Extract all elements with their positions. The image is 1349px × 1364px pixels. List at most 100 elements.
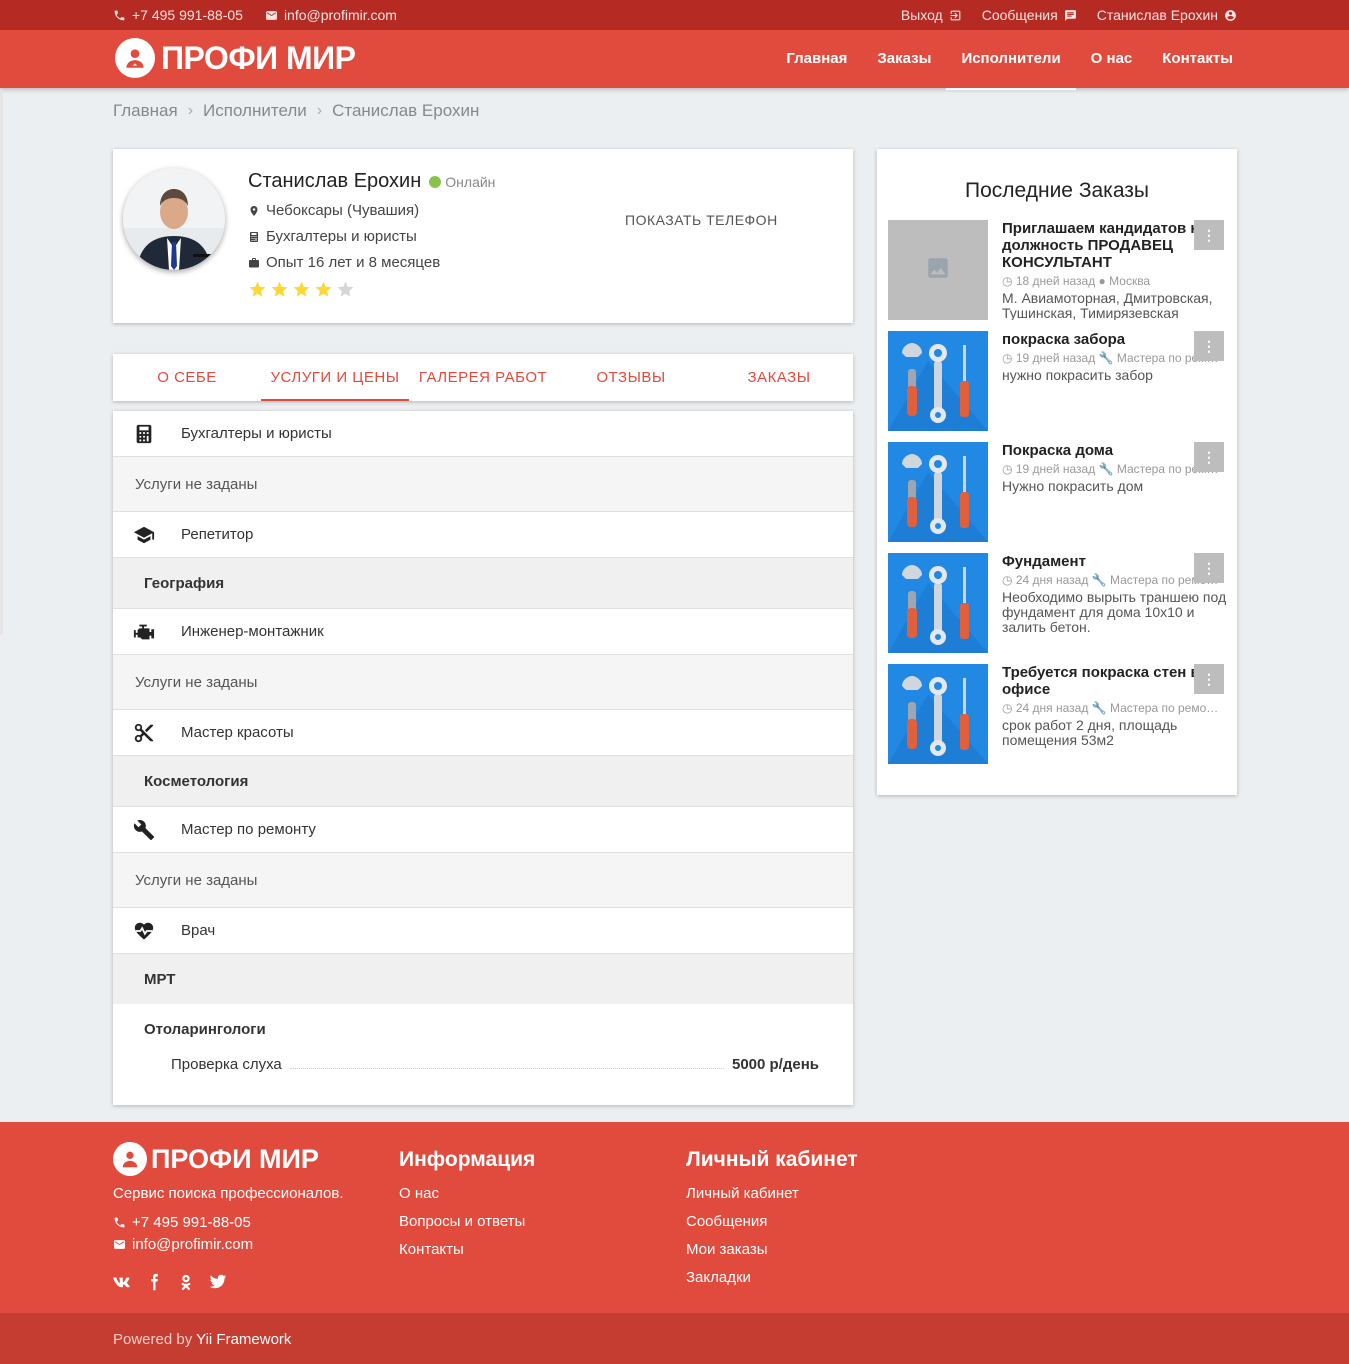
order-title[interactable]: покраска забора <box>1002 331 1224 348</box>
vk-icon[interactable] <box>113 1272 131 1292</box>
footer-phone[interactable]: +7 495 991-88-05 <box>113 1214 251 1231</box>
powered-by: Powered by Yii Framework <box>113 1331 291 1348</box>
service-category-doctor[interactable]: Врач <box>113 908 853 954</box>
service-category-label: Бухгалтеры и юристы <box>181 425 332 442</box>
service-category-accounting[interactable]: Бухгалтеры и юристы <box>113 411 853 457</box>
top-bar: +7 495 991-88-05 info@profimir.com Выход… <box>0 0 1349 30</box>
logout-link[interactable]: Выход <box>901 7 962 23</box>
image-placeholder-icon <box>925 255 951 286</box>
twitter-icon[interactable] <box>209 1272 227 1292</box>
nav-contacts[interactable]: Контакты <box>1147 30 1248 88</box>
messages-link[interactable]: Сообщения <box>982 7 1077 23</box>
nav-about[interactable]: О нас <box>1076 30 1148 88</box>
user-menu[interactable]: Станислав Ерохин <box>1097 7 1237 23</box>
order-title[interactable]: Приглашаем кандидатов на должность ПРОДА… <box>1002 220 1224 271</box>
message-icon <box>1064 9 1076 21</box>
odnoklassniki-icon[interactable] <box>177 1272 195 1292</box>
order-thumbnail[interactable] <box>888 331 988 431</box>
order-thumbnail[interactable] <box>888 220 988 320</box>
service-subcategory: Косметология <box>113 756 853 807</box>
mail-icon <box>114 1240 125 1249</box>
profile-city-text: Чебоксары (Чувашия) <box>266 202 420 219</box>
profile-experience: Опыт 16 лет и 8 месяцев <box>248 254 440 271</box>
order-item[interactable]: Покраска дома ◷ 19 дней назад 🔧 Мастера п… <box>888 442 1228 542</box>
order-title[interactable]: Требуется покраска стен в офисе <box>1002 664 1224 698</box>
service-category-repair[interactable]: Мастер по ремонту <box>113 807 853 853</box>
order-meta: ◷ 18 дней назад ● Москва <box>1002 274 1224 288</box>
clock-icon: ◷ <box>1002 573 1013 587</box>
framework-link[interactable]: Yii Framework <box>196 1331 291 1348</box>
footer-link-about[interactable]: О нас <box>399 1185 535 1202</box>
footer-link-bookmarks[interactable]: Закладки <box>686 1269 858 1286</box>
star-icon <box>271 281 288 297</box>
service-category-beauty[interactable]: Мастер красоты <box>113 710 853 756</box>
order-thumbnail[interactable] <box>888 442 988 542</box>
order-description: М. Авиамоторная, Дмитровская, Тушинская,… <box>1002 291 1213 320</box>
service-category-label: Врач <box>181 922 216 939</box>
order-thumbnail[interactable] <box>888 664 988 764</box>
wrench-icon <box>133 819 155 840</box>
services-empty-note: Услуги не заданы <box>113 853 853 908</box>
calculator-icon <box>136 424 152 443</box>
order-title[interactable]: Фундамент <box>1002 553 1224 570</box>
recent-orders-panel: Последние Заказы Приглашаем кандидатов н… <box>877 149 1237 795</box>
breadcrumb-home[interactable]: Главная <box>113 101 178 121</box>
clock-icon: ◷ <box>1002 351 1013 365</box>
tab-orders[interactable]: ЗАКАЗЫ <box>705 354 853 401</box>
order-thumbnail[interactable] <box>888 553 988 653</box>
online-status: Онлайн <box>429 174 495 190</box>
breadcrumb-performers[interactable]: Исполнители <box>203 101 307 121</box>
profile-name-row: Станислав Ерохин Онлайн <box>248 170 495 193</box>
service-category-label: Мастер по ремонту <box>181 821 316 838</box>
footer-info-title: Информация <box>399 1148 536 1171</box>
tab-gallery[interactable]: ГАЛЕРЕЯ РАБОТ <box>409 354 557 401</box>
more-vert-icon[interactable]: ⋮ <box>1194 442 1224 472</box>
site-logo[interactable]: ПРОФИ МИР <box>115 38 356 78</box>
breadcrumb: Главная › Исполнители › Станислав Ерохин <box>113 101 479 121</box>
service-category-tutor[interactable]: Репетитор <box>113 512 853 558</box>
service-subcategory: География <box>113 558 853 609</box>
graduation-cap-icon <box>133 526 155 543</box>
footer-email[interactable]: info@profimir.com <box>113 1236 253 1253</box>
online-dot-icon <box>429 175 442 188</box>
order-item[interactable]: Требуется покраска стен в офисе ◷ 24 дня … <box>888 664 1228 764</box>
facebook-icon[interactable] <box>145 1272 163 1292</box>
nav-orders[interactable]: Заказы <box>862 30 946 88</box>
footer-link-messages[interactable]: Сообщения <box>686 1213 858 1230</box>
service-category-engineer[interactable]: Инженер-монтажник <box>113 609 853 655</box>
order-place: Мастера по ремонту <box>1109 701 1224 715</box>
nav-performers[interactable]: Исполнители <box>946 30 1076 90</box>
price-item-name: Проверка слуха <box>171 1056 282 1073</box>
footer-logo[interactable]: ПРОФИ МИР <box>113 1142 319 1176</box>
footer-link-contacts[interactable]: Контакты <box>399 1241 535 1258</box>
tab-about[interactable]: О СЕБЕ <box>113 354 261 401</box>
footer: ПРОФИ МИР Сервис поиска профессионалов. … <box>0 1122 1349 1313</box>
order-item[interactable]: Фундамент ◷ 24 дня назад 🔧 Мастера по рем… <box>888 553 1228 653</box>
footer-link-faq[interactable]: Вопросы и ответы <box>399 1213 535 1230</box>
order-item[interactable]: покраска забора ◷ 19 дней назад 🔧 Мастера… <box>888 331 1228 431</box>
tab-reviews[interactable]: ОТЗЫВЫ <box>557 354 705 401</box>
footer-link-cabinet[interactable]: Личный кабинет <box>686 1185 858 1202</box>
top-email[interactable]: info@profimir.com <box>265 7 397 23</box>
footer-phone-text: +7 495 991-88-05 <box>132 1214 251 1231</box>
nav-home[interactable]: Главная <box>771 30 862 88</box>
star-icon <box>293 281 310 297</box>
order-item[interactable]: Приглашаем кандидатов на должность ПРОДА… <box>888 220 1228 320</box>
profile-category-text: Бухгалтеры и юристы <box>266 228 417 245</box>
more-vert-icon[interactable]: ⋮ <box>1194 553 1224 583</box>
more-vert-icon[interactable]: ⋮ <box>1194 220 1224 250</box>
location-pin-icon <box>250 205 258 216</box>
order-meta: ◷ 24 дня назад 🔧 Мастера по ремонту <box>1002 701 1224 715</box>
profile-card: Станислав Ерохин Онлайн Чебоксары (Чуваш… <box>113 149 853 323</box>
order-title[interactable]: Покраска дома <box>1002 442 1224 459</box>
page-edge-divider <box>0 90 3 635</box>
profile-category: Бухгалтеры и юристы <box>248 228 417 245</box>
more-vert-icon[interactable]: ⋮ <box>1194 664 1224 694</box>
price-row: Проверка слуха 5000 р/день <box>171 1056 819 1073</box>
clock-icon: ◷ <box>1002 462 1013 476</box>
show-phone-button[interactable]: ПОКАЗАТЬ ТЕЛЕФОН <box>625 212 778 228</box>
top-phone[interactable]: +7 495 991-88-05 <box>113 7 243 23</box>
tab-services[interactable]: УСЛУГИ И ЦЕНЫ <box>261 354 409 401</box>
more-vert-icon[interactable]: ⋮ <box>1194 331 1224 361</box>
footer-link-my-orders[interactable]: Мои заказы <box>686 1241 858 1258</box>
